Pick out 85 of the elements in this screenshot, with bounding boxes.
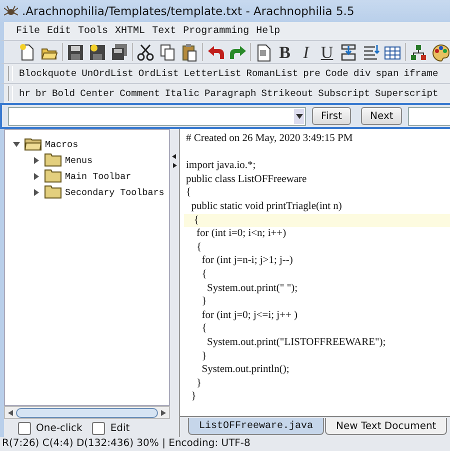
toolbar-button[interactable]: Blockquote — [19, 68, 77, 79]
toolbar-button[interactable]: Superscript — [374, 88, 438, 99]
menu-item[interactable]: Text — [152, 26, 176, 36]
code-line: for (int i=0; i<n; i++) — [196, 227, 288, 241]
scroll-left-icon[interactable] — [8, 410, 13, 416]
toolbar-button[interactable]: Subscript — [318, 88, 370, 99]
checkbox-label: One-click — [36, 422, 82, 434]
code-line: import java.io.*; — [185, 159, 257, 173]
toolbar-button[interactable]: Strikeout — [261, 88, 314, 99]
toolbar-button[interactable]: pre — [303, 68, 320, 79]
format-button[interactable]: B — [276, 42, 294, 62]
scroll-right-icon[interactable] — [161, 410, 166, 416]
floppy-disks-icon[interactable] — [110, 42, 129, 62]
spider-icon — [4, 4, 18, 16]
toolbar-button[interactable]: UnOrdList — [82, 68, 134, 79]
format-button[interactable]: U — [318, 42, 336, 62]
code-line: { — [185, 186, 192, 200]
toolbar-button[interactable]: br — [36, 88, 48, 99]
toolbar-button[interactable]: RomanList — [246, 68, 298, 79]
status-bar: R(7:26) C(4:4) D(132:436) 30% | Encoding: UTF-8 — [0, 437, 450, 451]
window-title: .Arachnophilia/Templates/template.txt - Arachnophilia 5.5 — [22, 4, 354, 18]
palette-icon[interactable] — [431, 42, 450, 62]
code-line: } — [190, 390, 198, 404]
code-line: } — [200, 295, 208, 309]
menu-item[interactable]: Tools — [78, 26, 108, 36]
checkbox[interactable] — [18, 422, 31, 434]
tree-item[interactable]: Macros — [45, 138, 78, 150]
horizontal-scrollbar[interactable] — [4, 406, 170, 419]
menu-item[interactable]: Programming — [183, 26, 250, 36]
expander-icon[interactable] — [13, 140, 21, 148]
folder-icon — [44, 169, 62, 183]
toolbar-button[interactable]: Comment — [120, 88, 160, 99]
copy-icon[interactable] — [158, 42, 177, 62]
scissors-icon[interactable] — [136, 42, 155, 62]
expander-icon[interactable] — [33, 188, 41, 196]
toolbar-button[interactable]: div — [353, 68, 371, 79]
tree-item[interactable]: Menus — [65, 154, 93, 166]
expander-icon[interactable] — [33, 172, 41, 180]
code-line: System.out.print("LISTOFFREEWARE"); — [206, 336, 387, 350]
toolbar-button[interactable]: iframe — [404, 68, 438, 79]
search-button[interactable]: Next — [361, 107, 402, 125]
toolbar-button[interactable]: span — [376, 68, 399, 79]
code-editor[interactable] — [180, 129, 450, 416]
editor-tab[interactable]: New Text Document — [325, 418, 448, 435]
toolbar-button[interactable]: Bold — [52, 88, 76, 99]
toolbar-button[interactable]: Code — [325, 68, 348, 79]
toolbar-button[interactable]: OrdList — [138, 68, 179, 79]
code-line: for (int j=n-i; j>1; j--) — [200, 254, 294, 268]
code-line: { — [196, 240, 203, 254]
insert-icon[interactable] — [361, 42, 380, 62]
code-line: System.out.println(); — [200, 363, 290, 377]
toolbar-button[interactable]: Paragraph — [204, 88, 256, 99]
menu-item[interactable]: Help — [256, 26, 280, 36]
search-button[interactable]: First — [312, 107, 352, 125]
code-line: public static void printTriagle(int n) — [190, 200, 343, 214]
folder-icon — [44, 185, 62, 199]
code-line: # Created on 26 May, 2020 3:49:15 PM — [185, 132, 354, 146]
checkbox[interactable] — [92, 422, 106, 434]
toolbar-button[interactable]: Italic — [164, 88, 200, 99]
splitter-handle[interactable] — [170, 129, 180, 437]
toolbar-button[interactable]: hr — [19, 88, 31, 99]
insert-icon[interactable] — [339, 42, 358, 62]
tree-item[interactable]: Main Toolbar — [65, 170, 132, 182]
menu-item[interactable]: File — [16, 26, 40, 36]
toolbar-button[interactable]: Center — [80, 88, 115, 99]
folder-icon — [44, 153, 62, 167]
replace-field[interactable] — [408, 106, 450, 126]
checkbox-label: Edit — [110, 422, 130, 434]
code-line: { — [200, 268, 208, 282]
folder-icon — [24, 137, 42, 151]
menu-item[interactable]: XHTML — [115, 26, 146, 36]
editor-tab[interactable]: ListOFFreeware.java — [188, 418, 324, 435]
code-line: } — [196, 376, 203, 390]
toolbar-button[interactable]: LetterList — [184, 68, 242, 79]
code-line: } — [200, 350, 208, 364]
tree-diagram-icon[interactable] — [409, 42, 428, 62]
expander-icon[interactable] — [33, 156, 41, 164]
code-line: public class ListOFFreeware — [185, 172, 308, 186]
tree-item[interactable]: Secondary Toolbars — [65, 186, 164, 198]
code-line: System.out.print(" "); — [206, 282, 299, 296]
menu-item[interactable]: Edit — [47, 26, 72, 36]
format-button[interactable]: I — [296, 42, 315, 62]
code-line: for (int j=0; j<=i; j++ ) — [200, 308, 299, 322]
code-line: { — [200, 322, 208, 336]
clipboard-icon[interactable] — [180, 42, 199, 62]
